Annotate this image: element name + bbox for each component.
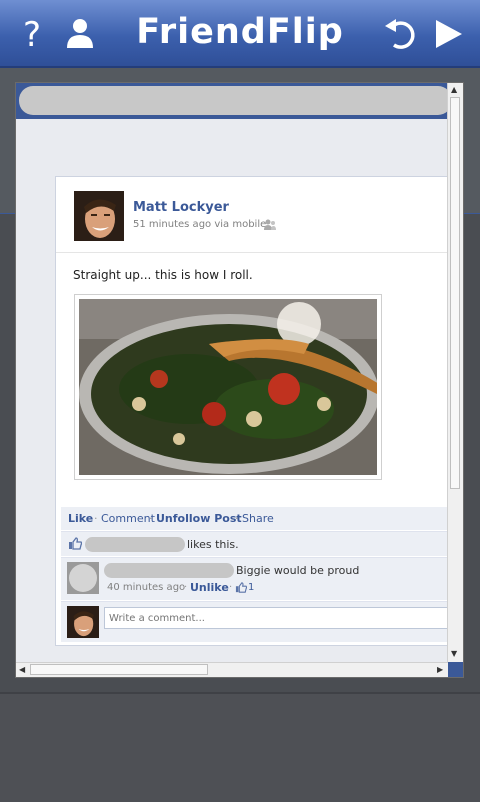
write-comment-row — [61, 601, 454, 642]
post-window: Matt Lockyer 51 minutes ago via mobile S… — [15, 82, 464, 678]
separator-dot: · — [229, 582, 233, 593]
scroll-left-icon[interactable]: ◀ — [19, 665, 25, 675]
post-meta: 51 minutes ago via mobile — [133, 219, 267, 230]
separator-dot: · — [149, 512, 153, 525]
scroll-up-icon[interactable]: ▲ — [451, 85, 457, 95]
background-footer — [0, 692, 480, 802]
vertical-scrollbar[interactable]: ▲ ▼ — [447, 83, 463, 664]
play-icon[interactable] — [428, 14, 468, 54]
separator-dot: · — [94, 512, 98, 525]
comment-time: 40 minutes ago — [107, 582, 186, 593]
unfollow-post-link[interactable]: Unfollow Post — [156, 512, 242, 525]
comment-link[interactable]: Comment — [101, 512, 155, 525]
thumbs-up-icon — [235, 582, 247, 593]
comment-input[interactable] — [104, 607, 454, 629]
author-avatar[interactable] — [74, 191, 124, 241]
like-link[interactable]: Like — [68, 512, 93, 525]
friends-icon — [264, 219, 276, 230]
horizontal-scroll-thumb[interactable] — [30, 664, 208, 675]
horizontal-scrollbar[interactable]: ◀ ▶ — [16, 662, 449, 677]
share-link[interactable]: Share — [242, 512, 274, 525]
separator-dot: · — [184, 582, 188, 593]
separator-dot: · — [235, 512, 239, 525]
thumbs-up-icon — [69, 537, 82, 550]
vertical-scroll-thumb[interactable] — [450, 97, 460, 489]
scroll-down-icon[interactable]: ▼ — [451, 649, 457, 659]
story-card: Matt Lockyer 51 minutes ago via mobile S… — [55, 176, 454, 646]
window-body: Matt Lockyer 51 minutes ago via mobile S… — [16, 119, 454, 665]
user-avatar — [67, 606, 99, 638]
comment-like-count[interactable]: 1 — [248, 582, 254, 593]
scroll-right-icon[interactable]: ▶ — [437, 665, 443, 675]
unlike-link[interactable]: Unlike — [190, 581, 229, 594]
likes-text: likes this. — [187, 538, 239, 551]
post-actions-bar: Like · Comment · Unfollow Post · Share — [61, 507, 450, 530]
app-header: ? FriendFlip — [0, 0, 480, 68]
refresh-icon[interactable] — [380, 14, 420, 54]
liker-name-redacted[interactable] — [85, 537, 185, 552]
header-divider — [56, 252, 450, 253]
likes-row: likes this. — [61, 531, 450, 556]
post-photo-frame[interactable] — [74, 294, 382, 480]
scroll-corner — [448, 662, 463, 677]
post-photo[interactable] — [79, 299, 377, 475]
author-name[interactable]: Matt Lockyer — [133, 200, 229, 215]
post-text: Straight up... this is how I roll. — [73, 268, 253, 282]
comment: Biggie would be proud 40 minutes ago · U… — [61, 557, 450, 600]
search-bar[interactable] — [19, 86, 452, 115]
comment-text: Biggie would be proud — [236, 564, 360, 577]
commenter-avatar[interactable] — [67, 562, 99, 594]
commenter-name-redacted[interactable] — [104, 563, 234, 578]
